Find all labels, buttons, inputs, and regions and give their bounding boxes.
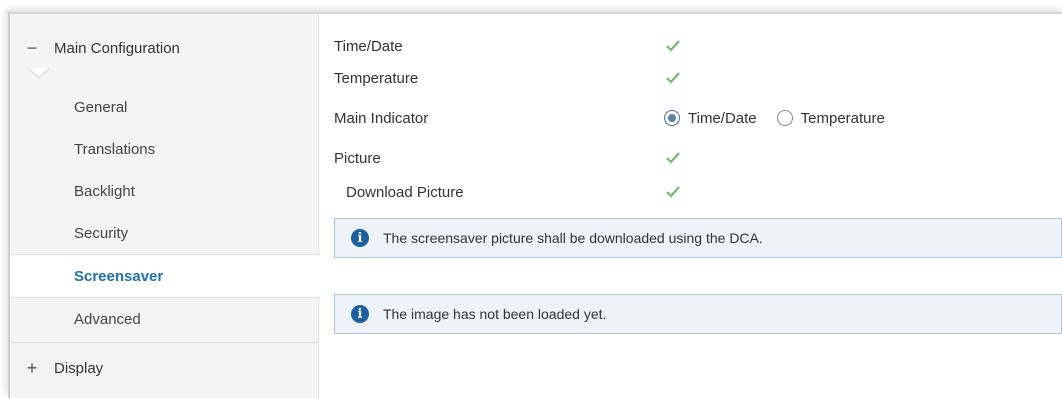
radio-time-date-label[interactable]: Time/Date	[688, 110, 757, 127]
sidebar-item-label: Screensaver	[74, 267, 164, 285]
download-picture-checkbox[interactable]	[664, 183, 682, 201]
group-main-configuration[interactable]: − Main Configuration	[10, 26, 318, 70]
row-temperature: Temperature	[334, 64, 682, 92]
info-icon: i	[351, 305, 369, 323]
group-display[interactable]: + Display	[10, 346, 318, 390]
check-icon	[666, 72, 680, 84]
group-label: Display	[54, 359, 104, 377]
minus-icon[interactable]: −	[10, 38, 54, 59]
sidebar-item-general[interactable]: General	[10, 86, 318, 128]
sidebar: − Main Configuration General Translation…	[10, 14, 319, 398]
main-indicator-label: Main Indicator	[334, 109, 429, 127]
sidebar-item-label: Translations	[74, 140, 156, 158]
sidebar-item-label: Security	[74, 224, 129, 242]
notice-text: The image has not been loaded yet.	[383, 306, 607, 322]
check-icon	[666, 152, 680, 164]
info-notice-dca: i The screensaver picture shall be downl…	[334, 218, 1062, 258]
time-date-label: Time/Date	[334, 37, 403, 55]
caret-icon	[28, 68, 50, 79]
radio-time-date[interactable]	[664, 110, 680, 126]
main-indicator-radio-group: Time/Date Temperature	[664, 110, 897, 127]
radio-temperature-label[interactable]: Temperature	[801, 110, 885, 127]
check-icon	[666, 40, 680, 52]
info-icon: i	[351, 229, 369, 247]
row-picture: Picture	[334, 144, 682, 172]
group-label: Main Configuration	[54, 39, 180, 57]
radio-temperature[interactable]	[776, 110, 793, 126]
row-time-date: Time/Date	[334, 32, 682, 60]
info-notice-image: i The image has not been loaded yet.	[334, 294, 1062, 334]
temperature-label: Temperature	[334, 69, 419, 87]
notice-text: The screensaver picture shall be downloa…	[383, 230, 763, 246]
check-icon	[666, 186, 680, 198]
window-frame: − Main Configuration General Translation…	[8, 12, 1062, 398]
sidebar-item-label: General	[74, 98, 128, 116]
plus-icon[interactable]: +	[10, 358, 54, 379]
sidebar-item-security[interactable]: Security	[10, 212, 318, 254]
row-main-indicator: Main Indicator Time/Date Temperature	[334, 104, 897, 132]
picture-label: Picture	[334, 149, 381, 167]
divider	[10, 342, 318, 343]
sidebar-item-advanced[interactable]: Advanced	[10, 298, 318, 340]
sidebar-item-label: Backlight	[74, 182, 135, 200]
main-content: Time/Date Temperature Main Indicator Tim…	[334, 14, 1062, 398]
time-date-checkbox[interactable]	[664, 37, 682, 55]
sidebar-item-translations[interactable]: Translations	[10, 128, 318, 170]
temperature-checkbox[interactable]	[664, 69, 682, 87]
sidebar-item-screensaver[interactable]: Screensaver	[10, 254, 319, 298]
sidebar-item-backlight[interactable]: Backlight	[10, 170, 318, 212]
download-picture-label: Download Picture	[346, 183, 464, 201]
picture-checkbox[interactable]	[664, 149, 682, 167]
sidebar-item-label: Advanced	[74, 310, 141, 328]
row-download-picture: Download Picture	[334, 178, 682, 206]
